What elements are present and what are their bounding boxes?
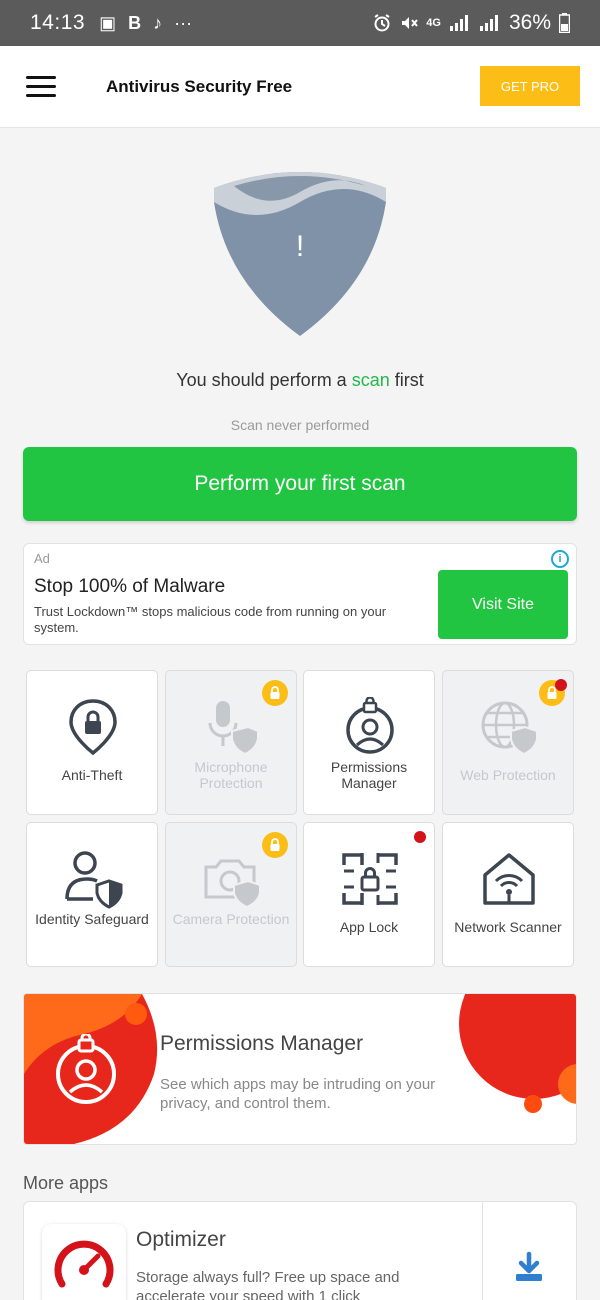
status-time: 14:13 — [30, 11, 86, 34]
scan-message-suffix: first — [389, 370, 424, 390]
signal-icon-2 — [479, 15, 498, 31]
banner-description: See which apps may be intruding on your … — [160, 1076, 436, 1112]
signal-icon — [449, 15, 468, 31]
download-icon[interactable] — [510, 1248, 548, 1286]
lock-badge — [262, 680, 288, 706]
grid-lock-icon — [342, 853, 398, 905]
ad-label: Ad — [34, 551, 50, 566]
shield-alert-symbol: ! — [296, 230, 304, 263]
perform-scan-button[interactable]: Perform your first scan — [23, 447, 577, 521]
camera-shield-icon — [204, 859, 261, 909]
tile-label: App Lock — [339, 919, 399, 935]
banner-title: Permissions Manager — [160, 1032, 364, 1055]
app-title: Optimizer — [136, 1228, 226, 1251]
lock-icon — [270, 838, 280, 851]
app-title: Antivirus Security Free — [106, 77, 293, 96]
ad-body: Trust Lockdown™ stops malicious code fro… — [34, 604, 387, 635]
microphone-shield-icon — [208, 701, 259, 756]
visit-site-button[interactable]: Visit Site — [438, 570, 568, 639]
tile-label: Anti-Theft — [61, 767, 123, 783]
tile-identity-safeguard[interactable]: Identity Safeguard — [26, 822, 158, 967]
get-pro-button[interactable]: GET PRO — [480, 66, 580, 106]
person-shield-icon — [65, 851, 123, 909]
status-notification-icons: ▣ B ♪ ··· — [99, 13, 192, 34]
tile-label: Permissions Manager — [330, 759, 408, 791]
shield-status-icon: ! — [214, 172, 386, 336]
home-wifi-icon — [483, 853, 535, 905]
more-app-card[interactable]: Optimizer Storage always full? Free up s… — [23, 1201, 577, 1300]
location-lock-icon — [69, 699, 117, 756]
app-bar: Antivirus Security Free GET PRO — [0, 46, 600, 128]
battery-percent: 36% — [508, 11, 551, 34]
music-note-icon: ♪ — [153, 12, 163, 33]
tile-app-lock[interactable]: App Lock — [303, 822, 435, 967]
tile-label: Web Protection — [460, 767, 556, 783]
new-badge — [414, 831, 426, 843]
tile-camera-protection[interactable]: Camera Protection — [165, 822, 297, 967]
status-system-icons: 4G 36% — [372, 11, 570, 35]
more-apps-heading: More apps — [23, 1173, 109, 1193]
permissions-manager-banner[interactable]: Permissions Manager See which apps may b… — [23, 993, 577, 1145]
lock-badge — [262, 832, 288, 858]
alarm-icon — [374, 14, 390, 32]
tile-permissions-manager[interactable]: Permissions Manager — [303, 670, 435, 815]
app-icon — [42, 1224, 126, 1300]
scan-message: You should perform a scan first — [0, 370, 600, 391]
b-icon: B — [128, 12, 142, 33]
network-type: 4G — [426, 17, 441, 29]
user-lock-icon — [346, 697, 394, 754]
app-description: Storage always full? Free up space and a… — [136, 1269, 400, 1300]
image-icon: ▣ — [99, 12, 117, 33]
globe-shield-icon — [481, 701, 538, 756]
battery-icon — [559, 13, 570, 33]
hamburger-menu-icon[interactable] — [26, 76, 56, 98]
speedometer-icon — [54, 1240, 114, 1288]
tile-label: Network Scanner — [454, 919, 562, 935]
tile-label: Camera Protection — [172, 911, 290, 927]
divider — [482, 1202, 483, 1300]
ad-title: Stop 100% of Malware — [34, 576, 226, 597]
ad-card[interactable]: Ad i Stop 100% of Malware Trust Lockdown… — [23, 543, 577, 645]
tile-anti-theft[interactable]: Anti-Theft — [26, 670, 158, 815]
status-bar: 14:13 ▣ B ♪ ··· 4G 36% — [0, 0, 600, 46]
scan-message-prefix: You should perform a — [176, 370, 352, 390]
ad-info-icon[interactable]: i — [551, 550, 569, 568]
tile-label: Identity Safeguard — [35, 911, 149, 927]
tile-microphone-protection[interactable]: Microphone Protection — [165, 670, 297, 815]
mute-icon — [402, 17, 419, 29]
scan-link[interactable]: scan — [352, 370, 390, 390]
user-lock-icon — [56, 1034, 116, 1104]
lock-icon — [270, 686, 280, 699]
tile-label: Microphone Protection — [194, 759, 268, 791]
tile-network-scanner[interactable]: Network Scanner — [442, 822, 574, 967]
more-icon: ··· — [174, 12, 193, 33]
scan-status: Scan never performed — [230, 417, 370, 433]
tile-web-protection[interactable]: Web Protection — [442, 670, 574, 815]
new-badge — [555, 679, 567, 691]
